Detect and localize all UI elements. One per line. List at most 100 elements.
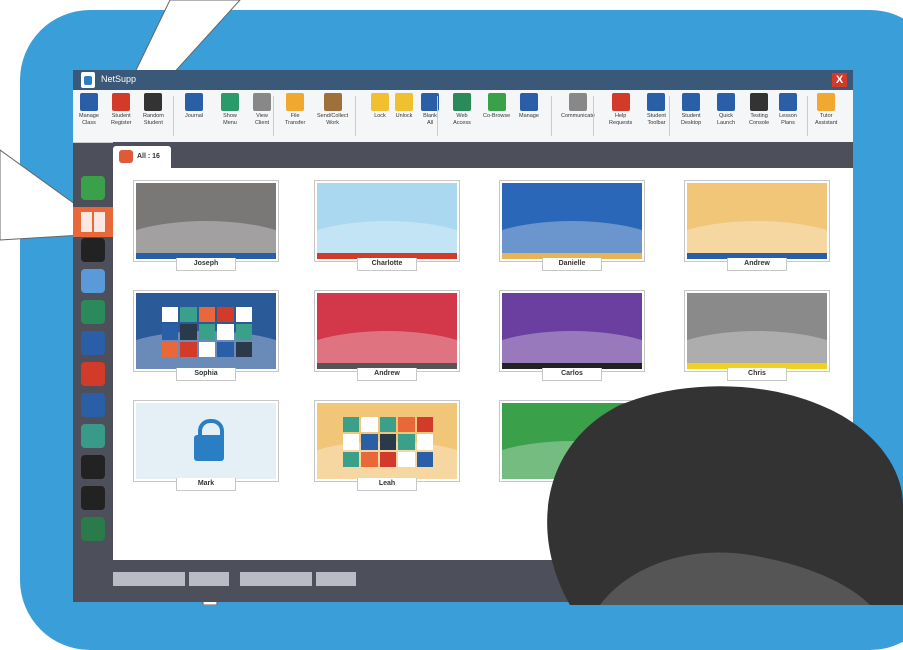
toolbar-button-2[interactable]: Random Student bbox=[143, 93, 164, 126]
sidebar bbox=[73, 168, 113, 562]
toolbar-label: View Client bbox=[254, 113, 270, 126]
toolbar-button-21[interactable]: Tutor Assistant bbox=[815, 93, 837, 126]
toolbar-label: Show Menu bbox=[223, 113, 237, 126]
student-thumbnail[interactable]: Andrew bbox=[684, 180, 830, 271]
globe-icon[interactable] bbox=[81, 300, 105, 324]
screen-desktop bbox=[687, 183, 827, 259]
toolbar-button-0[interactable]: Manage Class bbox=[79, 93, 99, 126]
student-name-label: Charlotte bbox=[357, 258, 417, 271]
printer-icon[interactable] bbox=[81, 393, 105, 417]
toolbar-separator bbox=[551, 96, 552, 136]
manage-icon bbox=[519, 93, 538, 111]
app-window-tiles bbox=[343, 417, 433, 467]
close-button[interactable]: X bbox=[832, 73, 847, 87]
journal-icon bbox=[185, 93, 204, 111]
student-screen bbox=[499, 290, 645, 372]
toolbar-button-20[interactable]: Lesson Plans bbox=[779, 93, 797, 126]
manage-class-icon bbox=[79, 93, 98, 111]
student-thumbnail[interactable]: Danielle bbox=[499, 180, 645, 271]
title-bar: NetSupp X bbox=[73, 70, 853, 90]
disc-icon[interactable] bbox=[81, 455, 105, 479]
toolbar-label: Tutor Assistant bbox=[815, 113, 838, 126]
student-screen bbox=[314, 290, 460, 372]
tab-bar: All : 16 bbox=[113, 142, 853, 168]
screen-desktop bbox=[136, 403, 276, 479]
thumbnails-grid-glyph bbox=[81, 212, 105, 232]
toolbar-button-5[interactable]: View Client bbox=[253, 93, 271, 126]
toolbar: Manage Class Student Register Random Student J… bbox=[73, 90, 853, 143]
lesson-plans-icon bbox=[779, 93, 797, 111]
student-name-label: Leah bbox=[357, 478, 417, 491]
student-name-label: Danielle bbox=[542, 258, 602, 271]
screen-desktop bbox=[136, 293, 276, 369]
status-segment bbox=[240, 572, 312, 586]
window-icon[interactable] bbox=[81, 331, 105, 355]
student-thumbnail[interactable]: Charlotte bbox=[314, 180, 460, 271]
toolbar-label: Web Access bbox=[453, 113, 471, 126]
locked-padlock-icon bbox=[194, 435, 224, 461]
communicate-icon bbox=[568, 93, 587, 111]
student-name-label: Mark bbox=[176, 478, 236, 491]
toolbar-label: Lock bbox=[374, 113, 386, 119]
student-thumbnail[interactable]: Joseph bbox=[133, 180, 279, 271]
student-desktop-icon bbox=[682, 93, 701, 111]
window-title: NetSupp bbox=[101, 74, 137, 84]
student-thumbnail[interactable]: Sophia bbox=[133, 290, 279, 381]
thumbnails-icon[interactable] bbox=[73, 207, 113, 237]
terminal-icon[interactable] bbox=[81, 486, 105, 510]
toolbar-label: Testing Console bbox=[749, 113, 770, 126]
student-thumbnail[interactable]: Mark bbox=[133, 400, 279, 491]
toolbar-button-4[interactable]: Show Menu bbox=[221, 93, 239, 126]
student-name-label: Andrew bbox=[357, 368, 417, 381]
help-cloud-icon[interactable] bbox=[81, 269, 105, 293]
status-segment bbox=[316, 572, 356, 586]
toolbar-button-13[interactable]: Manage bbox=[519, 93, 539, 120]
screen-desktop bbox=[502, 183, 642, 259]
student-screen bbox=[314, 400, 460, 482]
toolbar-label: Student Toolbar bbox=[647, 113, 666, 126]
toolbar-button-11[interactable]: Web Access bbox=[453, 93, 471, 126]
activity-chart-icon[interactable] bbox=[81, 517, 105, 541]
toolbar-button-8[interactable]: Lock bbox=[371, 93, 389, 120]
tab-label: All : 16 bbox=[137, 153, 160, 160]
screen-desktop bbox=[317, 183, 457, 259]
person-head-silhouette bbox=[547, 386, 903, 605]
quick-launch-icon bbox=[717, 93, 736, 111]
toolbar-button-18[interactable]: Quick Launch bbox=[717, 93, 735, 126]
student-toolbar-icon bbox=[647, 93, 666, 111]
screen-desktop bbox=[136, 183, 276, 259]
pie-chart-icon[interactable] bbox=[81, 362, 105, 386]
toolbar-button-1[interactable]: Student Register bbox=[111, 93, 131, 126]
student-name-label: Joseph bbox=[176, 258, 236, 271]
toolbar-separator bbox=[273, 96, 274, 136]
toolbar-label: Manage bbox=[519, 113, 539, 119]
screen-desktop bbox=[317, 403, 457, 479]
toolbar-button-9[interactable]: Unlock bbox=[395, 93, 413, 120]
toolbar-button-12[interactable]: Co-Browse bbox=[483, 93, 510, 120]
view-client-icon bbox=[253, 93, 271, 111]
toolbar-separator bbox=[669, 96, 670, 136]
toolbar-button-19[interactable]: Testing Console bbox=[749, 93, 769, 126]
toolbar-button-6[interactable]: File Transfer bbox=[285, 93, 305, 126]
student-thumbnail[interactable]: Chris bbox=[684, 290, 830, 381]
headphones-icon[interactable] bbox=[81, 238, 105, 262]
student-thumbnail[interactable]: Carlos bbox=[499, 290, 645, 381]
toolbar-button-17[interactable]: Student Desktop bbox=[681, 93, 701, 126]
toolbar-button-16[interactable]: Student Toolbar bbox=[647, 93, 666, 126]
send-collect-icon bbox=[323, 93, 342, 111]
toolbar-label: Communicate bbox=[561, 113, 595, 119]
co-browse-icon bbox=[487, 93, 506, 111]
toolbar-label: Student Register bbox=[111, 113, 132, 126]
file-transfer-icon bbox=[286, 93, 305, 111]
users-icon[interactable] bbox=[81, 424, 105, 448]
toolbar-button-3[interactable]: Journal bbox=[185, 93, 203, 120]
toolbar-button-14[interactable]: Communicate bbox=[561, 93, 595, 120]
home-icon[interactable] bbox=[81, 176, 105, 200]
student-screen bbox=[133, 290, 279, 372]
toolbar-button-7[interactable]: Send/Collect Work bbox=[317, 93, 348, 126]
student-thumbnail[interactable]: Andrew bbox=[314, 290, 460, 381]
toolbar-button-15[interactable]: Help Requests bbox=[609, 93, 632, 126]
toolbar-label: Co-Browse bbox=[483, 113, 511, 119]
student-thumbnail[interactable]: Leah bbox=[314, 400, 460, 491]
tab-all[interactable]: All : 16 bbox=[113, 146, 171, 168]
